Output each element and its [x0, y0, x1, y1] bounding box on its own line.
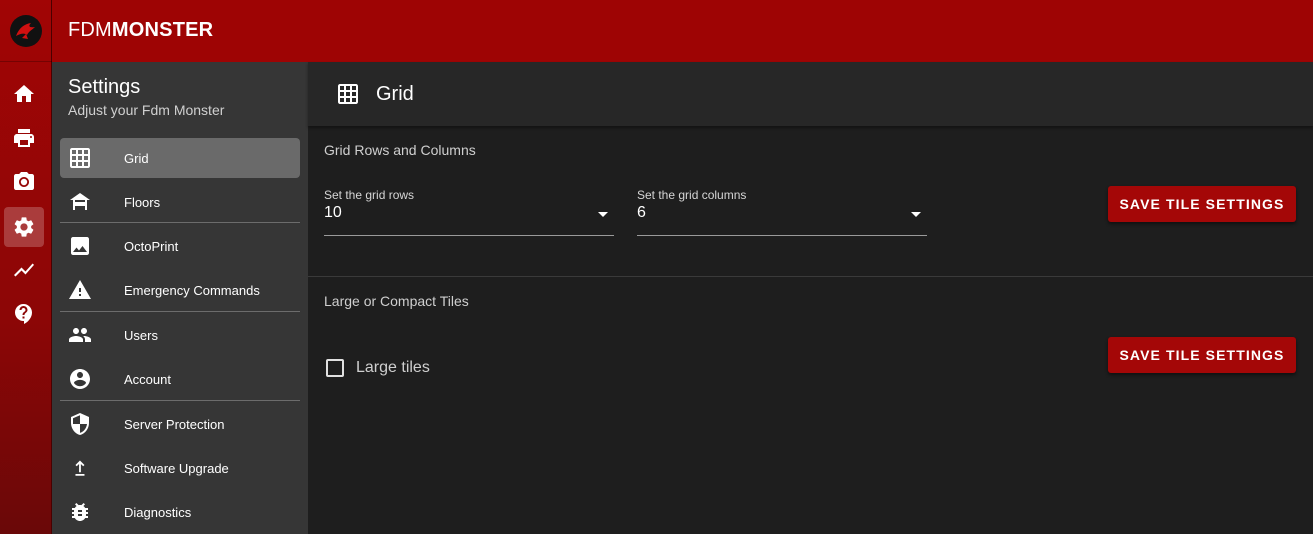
nav-item-grid[interactable]: Grid	[60, 138, 300, 178]
nav-item-label: Users	[124, 327, 158, 343]
large-tiles-label: Large tiles	[356, 359, 430, 376]
grid-rows-select[interactable]: Set the grid rows 10	[324, 188, 614, 236]
nav-item-label: Software Upgrade	[124, 460, 229, 476]
nav-divider	[60, 311, 300, 312]
users-icon	[60, 315, 100, 355]
rail-help-button[interactable]	[4, 294, 44, 334]
nav-item-software-upgrade[interactable]: Software Upgrade	[60, 448, 300, 488]
nav-item-label: Server Protection	[124, 416, 225, 432]
navigation-rail	[0, 0, 52, 534]
nav-item-diagnostics[interactable]: Diagnostics	[60, 492, 300, 532]
save-tiles-button[interactable]: SAVE TILE SETTINGS	[1108, 337, 1296, 373]
warning-icon	[60, 270, 100, 310]
brand-title[interactable]: FDMMONSTER	[68, 19, 213, 42]
grid-icon	[60, 138, 100, 178]
grid-columns-value: 6	[637, 204, 646, 221]
printer-icon	[14, 129, 34, 147]
grid-columns-select[interactable]: Set the grid columns 6	[637, 188, 927, 236]
floor-icon	[60, 182, 100, 222]
settings-nav-header: Settings Adjust your Fdm Monster	[52, 62, 308, 134]
home-icon	[14, 85, 34, 102]
grid-columns-label: Set the grid columns	[637, 188, 747, 202]
gear-icon	[14, 217, 34, 237]
bug-icon	[60, 492, 100, 532]
brand-prefix: FDM	[68, 19, 112, 41]
chevron-down-icon	[911, 212, 921, 217]
nav-item-emergency-commands[interactable]: Emergency Commands	[60, 270, 300, 310]
chevron-down-icon	[598, 212, 608, 217]
main-content: Grid Grid Rows and Columns Set the grid …	[308, 62, 1313, 534]
nav-item-server-protection[interactable]: Server Protection	[60, 404, 300, 444]
grid-rows-value: 10	[324, 204, 342, 221]
nav-item-label: OctoPrint	[124, 238, 179, 254]
checkbox-icon	[326, 359, 344, 377]
upload-icon	[60, 448, 100, 488]
grid-icon	[338, 84, 358, 104]
rail-home-button[interactable]	[4, 74, 44, 114]
shield-icon	[60, 404, 100, 444]
save-grid-button[interactable]: SAVE TILE SETTINGS	[1108, 186, 1296, 222]
section-title-rows-columns: Grid Rows and Columns	[324, 142, 476, 158]
nav-item-label: Diagnostics	[124, 504, 192, 520]
grid-rows-label: Set the grid rows	[324, 188, 415, 202]
logo[interactable]	[0, 0, 52, 62]
brand-suffix: MONSTER	[111, 19, 214, 41]
help-icon	[15, 304, 32, 324]
nav-divider	[60, 222, 300, 223]
dragon-logo-icon	[10, 14, 42, 47]
nav-item-label: Emergency Commands	[124, 282, 260, 298]
nav-item-octoprint[interactable]: OctoPrint	[60, 226, 300, 266]
trending-icon	[14, 263, 34, 277]
image-icon	[60, 226, 100, 266]
section-divider	[308, 276, 1313, 277]
large-tiles-checkbox[interactable]: Large tiles	[326, 359, 430, 377]
top-app-bar: FDMMONSTER	[52, 0, 1313, 62]
settings-title: Settings	[68, 76, 141, 98]
nav-item-floors[interactable]: Floors	[60, 182, 300, 222]
settings-nav-panel: Settings Adjust your Fdm Monster Grid Fl…	[52, 62, 308, 534]
nav-item-label: Floors	[124, 194, 161, 210]
nav-divider	[60, 400, 300, 401]
rail-printers-button[interactable]	[4, 118, 44, 158]
rail-statistics-button[interactable]	[4, 250, 44, 290]
page-title: Grid	[376, 82, 414, 105]
nav-item-label: Grid	[124, 150, 149, 166]
nav-item-account[interactable]: Account	[60, 359, 300, 399]
rail-cameras-button[interactable]	[4, 162, 44, 202]
nav-item-users[interactable]: Users	[60, 315, 300, 355]
account-icon	[60, 359, 100, 399]
rail-settings-button[interactable]	[4, 207, 44, 247]
section-title-tiles: Large or Compact Tiles	[324, 293, 469, 309]
settings-subtitle: Adjust your Fdm Monster	[68, 102, 225, 118]
page-header: Grid	[308, 62, 1313, 126]
camera-icon	[14, 172, 34, 190]
nav-item-label: Account	[124, 371, 171, 387]
